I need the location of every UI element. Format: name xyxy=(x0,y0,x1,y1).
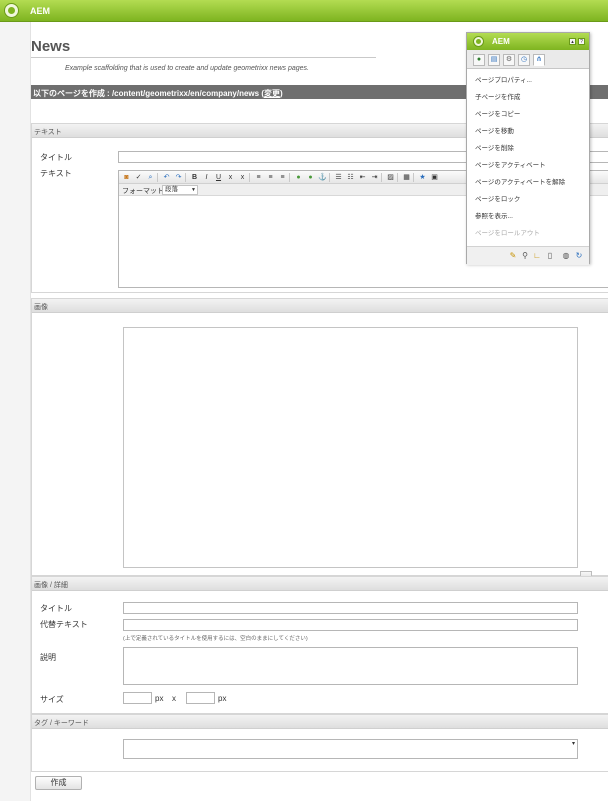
sidekick-menu-item[interactable]: ページプロパティ... xyxy=(467,69,589,86)
align-right-icon[interactable]: ≡ xyxy=(278,173,287,182)
image-drop-area[interactable] xyxy=(123,327,578,568)
sidekick-menu: ページプロパティ... 子ページを作成 ページをコピー ページを移動 ページを削除 ページ… xyxy=(467,69,589,239)
tab-versioning-icon[interactable]: ◷ xyxy=(518,54,530,66)
app-title: AEM xyxy=(30,6,50,16)
numbered-list-icon[interactable]: ☷ xyxy=(346,173,355,182)
tab-workflow-icon[interactable]: ⚙ xyxy=(503,54,515,66)
edit-mode-icon[interactable]: ✎ xyxy=(508,251,518,261)
tags-section: タグ / キーワード ▾ xyxy=(31,714,608,772)
sidekick-menu-item[interactable]: 子ページを作成 xyxy=(467,86,589,103)
toolbar-separator xyxy=(289,173,290,182)
image-detail-section: 画像 / 詳細 タイトル 代替テキスト (上で定義されているタイトルを使用するに… xyxy=(31,576,608,714)
alt-text-label: 代替テキスト xyxy=(40,620,88,629)
toolbar-separator xyxy=(413,173,414,182)
sidekick-collapse-icon[interactable]: ▴ xyxy=(569,38,576,45)
page-title: News xyxy=(31,38,71,55)
sidekick-logo-icon xyxy=(473,36,484,47)
text-label: テキスト xyxy=(40,169,72,178)
top-bar: AEM xyxy=(0,0,608,22)
link-icon[interactable]: ● xyxy=(294,173,303,182)
tags-dropdown-icon[interactable]: ▾ xyxy=(569,740,578,749)
sidekick-menu-item[interactable]: ページを削除 xyxy=(467,137,589,154)
subscript-icon[interactable]: x xyxy=(226,173,235,182)
change-path-link[interactable]: 変更 xyxy=(264,89,280,98)
align-left-icon[interactable]: ≡ xyxy=(254,173,263,182)
refresh-icon[interactable]: ↻ xyxy=(574,251,584,261)
title-label: タイトル xyxy=(40,153,72,162)
height-input[interactable] xyxy=(186,692,215,704)
description-textarea[interactable] xyxy=(123,647,578,685)
special-char-icon[interactable]: ★ xyxy=(418,173,427,182)
width-unit: px xyxy=(155,694,164,703)
sidekick-panel: AEM ▴ ? ● ▤ ⚙ ◷ ⋔ ページプロパティ... 子ページを作成 ページを… xyxy=(466,32,590,265)
format-label: フォーマット xyxy=(122,188,164,195)
tab-components-icon[interactable]: ● xyxy=(473,54,485,66)
sidekick-menu-item[interactable]: ページを移動 xyxy=(467,120,589,137)
sidekick-title: AEM xyxy=(492,37,510,46)
tab-page-icon[interactable]: ▤ xyxy=(488,54,500,66)
toolbar-separator xyxy=(329,173,330,182)
anchor-icon[interactable]: ⚓ xyxy=(318,173,327,182)
toolbar-separator xyxy=(185,173,186,182)
target-path: 以下のページを作成 : /content/geometrixx/en/compa… xyxy=(33,89,260,98)
bold-icon[interactable]: B xyxy=(190,173,199,182)
image-section-header[interactable]: 画像 xyxy=(32,299,608,313)
toolbar-separator xyxy=(381,173,382,182)
paste-icon[interactable]: ▨ xyxy=(386,173,395,182)
sidekick-mode-bar: ✎ ⚲ ∟ ▯ ◍ ↻ xyxy=(467,246,589,265)
toolbar-separator xyxy=(157,173,158,182)
undo-icon[interactable]: ↶ xyxy=(162,173,171,182)
source-edit-icon[interactable]: ◙ xyxy=(122,173,131,182)
superscript-icon[interactable]: x xyxy=(238,173,247,182)
image-icon[interactable]: ▣ xyxy=(430,173,439,182)
italic-icon[interactable]: I xyxy=(202,173,211,182)
sidekick-tabs: ● ▤ ⚙ ◷ ⋔ xyxy=(467,50,589,69)
image-section: 画像 xyxy=(31,298,608,581)
height-unit: px xyxy=(218,694,227,703)
create-button[interactable]: 作成 xyxy=(35,776,82,790)
size-label: サイズ xyxy=(40,695,64,704)
sidekick-menu-item[interactable]: ページをアクティベート xyxy=(467,154,589,171)
table-icon[interactable]: ▦ xyxy=(402,173,411,182)
sidekick-menu-item[interactable]: ページをロック xyxy=(467,188,589,205)
outdent-icon[interactable]: ⇤ xyxy=(358,173,367,182)
unlink-icon[interactable]: ● xyxy=(306,173,315,182)
format-select[interactable]: 段落 xyxy=(162,185,198,195)
width-input[interactable] xyxy=(123,692,152,704)
underline-icon[interactable]: U xyxy=(214,173,223,182)
scaffolding-mode-icon[interactable]: ▯ xyxy=(545,251,555,261)
image-title-label: タイトル xyxy=(40,604,72,613)
description-label: 説明 xyxy=(40,653,56,662)
tags-section-header[interactable]: タグ / キーワード xyxy=(32,715,608,729)
title-divider xyxy=(31,57,376,58)
design-mode-icon[interactable]: ∟ xyxy=(532,251,542,261)
tab-information-icon[interactable]: ⋔ xyxy=(533,54,545,66)
page-description: Example scaffolding that is used to crea… xyxy=(65,65,309,72)
sidekick-header[interactable]: AEM ▴ ? xyxy=(467,33,589,50)
aem-logo-icon[interactable] xyxy=(4,3,19,18)
indent-icon[interactable]: ⇥ xyxy=(370,173,379,182)
toolbar-separator xyxy=(249,173,250,182)
align-center-icon[interactable]: ≡ xyxy=(266,173,275,182)
tags-input[interactable] xyxy=(123,739,578,759)
image-detail-header[interactable]: 画像 / 詳細 xyxy=(32,577,608,591)
image-title-input[interactable] xyxy=(123,602,578,614)
sidekick-menu-item[interactable]: ページをコピー xyxy=(467,103,589,120)
bullet-list-icon[interactable]: ☰ xyxy=(334,173,343,182)
size-times: x xyxy=(172,694,176,703)
spellcheck-icon[interactable]: ✓ xyxy=(134,173,143,182)
alt-text-note: (上で定義されているタイトルを使用するには、空白のままにしてください) xyxy=(123,636,308,642)
sidekick-menu-item[interactable]: ページのアクティベートを解除 xyxy=(467,171,589,188)
alt-text-input[interactable] xyxy=(123,619,578,631)
toolbar-separator xyxy=(397,173,398,182)
preview-mode-icon[interactable]: ⚲ xyxy=(520,251,530,261)
sidekick-menu-item[interactable]: 参照を表示... xyxy=(467,205,589,222)
sidekick-help-icon[interactable]: ? xyxy=(578,38,585,45)
find-replace-icon[interactable]: ⌕ xyxy=(146,173,155,182)
client-context-icon[interactable]: ◍ xyxy=(561,251,571,261)
sidekick-menu-item: ページをロールアウト xyxy=(475,230,540,237)
redo-icon[interactable]: ↷ xyxy=(174,173,183,182)
